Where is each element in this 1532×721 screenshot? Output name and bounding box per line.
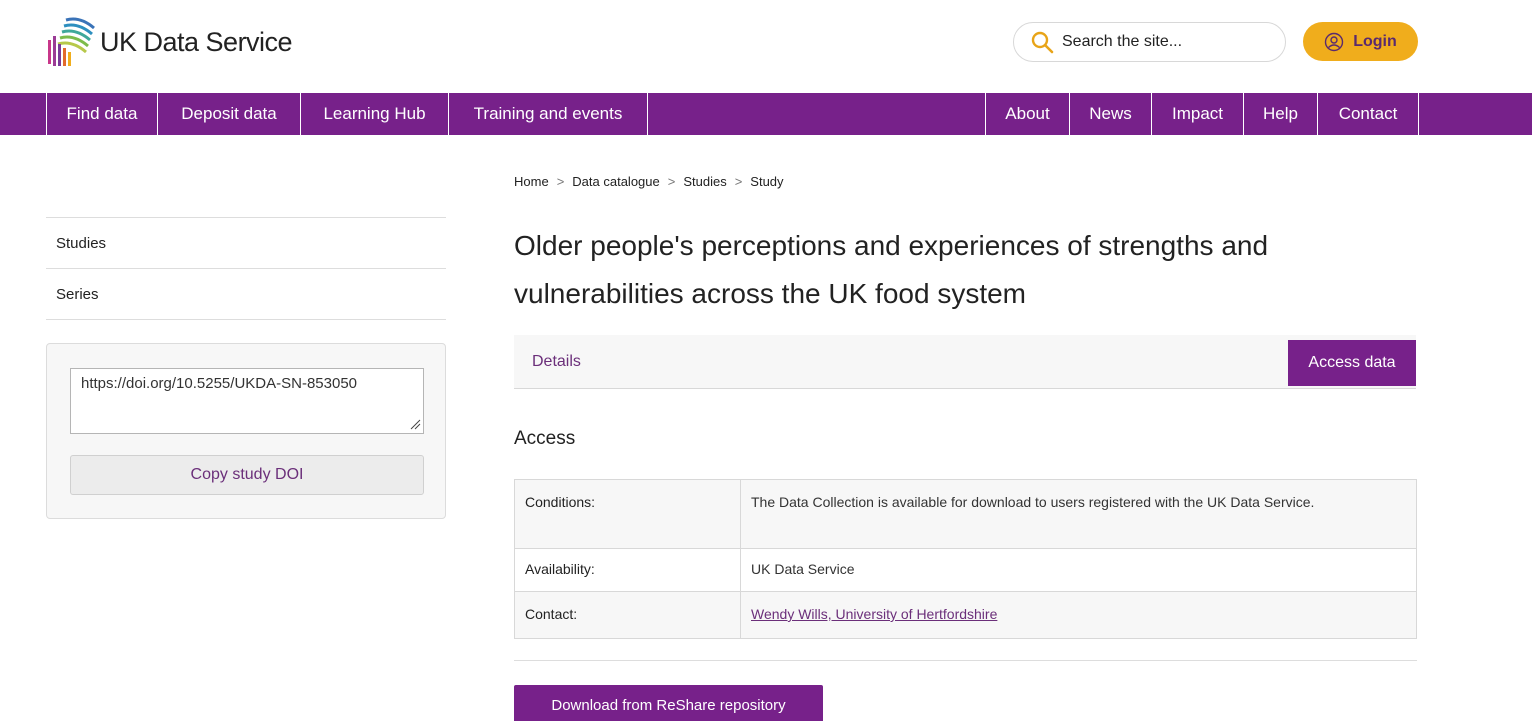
table-label: Availability: [514,548,741,592]
tab-details[interactable]: Details [532,335,581,389]
nav-deposit-data[interactable]: Deposit data [157,93,300,135]
sidebar-item-series[interactable]: Series [46,269,446,320]
chevron-right-icon: > [667,174,676,189]
login-button[interactable]: Login [1303,22,1418,61]
breadcrumb-study: Study [750,174,784,189]
nav-find-data[interactable]: Find data [46,93,157,135]
nav-training-events[interactable]: Training and events [448,93,648,135]
table-row: Availability: UK Data Service [514,548,1417,592]
page-title: Older people's perceptions and experienc… [514,230,1269,309]
table-label: Contact: [514,591,741,639]
nav-contact[interactable]: Contact [1317,93,1419,135]
table-value: The Data Collection is available for dow… [740,479,1417,549]
access-table: Conditions: The Data Collection is avail… [514,479,1417,639]
breadcrumb-home[interactable]: Home [514,174,549,189]
chevron-right-icon: > [734,174,743,189]
nav-help[interactable]: Help [1243,93,1317,135]
table-value-cell: Wendy Wills, University of Hertfordshire [740,591,1417,639]
sidebar-item-studies[interactable]: Studies [46,218,446,269]
contact-link[interactable]: Wendy Wills, University of Hertfordshire [751,606,997,622]
login-label: Login [1353,32,1397,50]
site-logo[interactable]: UK Data Service [44,12,293,72]
table-row: Conditions: The Data Collection is avail… [514,479,1417,549]
nav-about[interactable]: About [985,93,1069,135]
nav-news[interactable]: News [1069,93,1151,135]
user-icon [1325,32,1344,51]
download-reshare-button[interactable]: Download from ReShare repository [514,685,823,721]
copy-doi-button[interactable]: Copy study DOI [70,455,424,495]
search-input[interactable] [1062,33,1262,51]
table-row: Contact: Wendy Wills, University of Hert… [514,591,1417,639]
table-label: Conditions: [514,479,741,549]
breadcrumb: Home > Data catalogue > Studies > Study [514,174,784,189]
study-tabs: Details Access data [514,335,1416,389]
table-value: UK Data Service [740,548,1417,592]
logo-text: UK Data Service [100,26,293,57]
search-icon [1031,31,1054,54]
section-heading: Access [514,428,576,449]
divider [514,660,1417,661]
doi-field[interactable]: https://doi.org/10.5255/UKDA-SN-853050 [70,368,424,434]
sidebar-nav: Studies Series [46,217,446,320]
chevron-right-icon: > [556,174,565,189]
breadcrumb-data-catalogue[interactable]: Data catalogue [572,174,659,189]
resize-handle-icon[interactable] [409,418,421,430]
tab-access-data[interactable]: Access data [1288,340,1416,386]
breadcrumb-studies[interactable]: Studies [683,174,726,189]
search-box[interactable] [1013,22,1286,62]
doi-panel: https://doi.org/10.5255/UKDA-SN-853050 C… [46,343,446,519]
nav-impact[interactable]: Impact [1151,93,1243,135]
nav-learning-hub[interactable]: Learning Hub [300,93,448,135]
logo-icon [48,17,95,66]
main-nav: Find data Deposit data Learning Hub Trai… [0,93,1532,135]
